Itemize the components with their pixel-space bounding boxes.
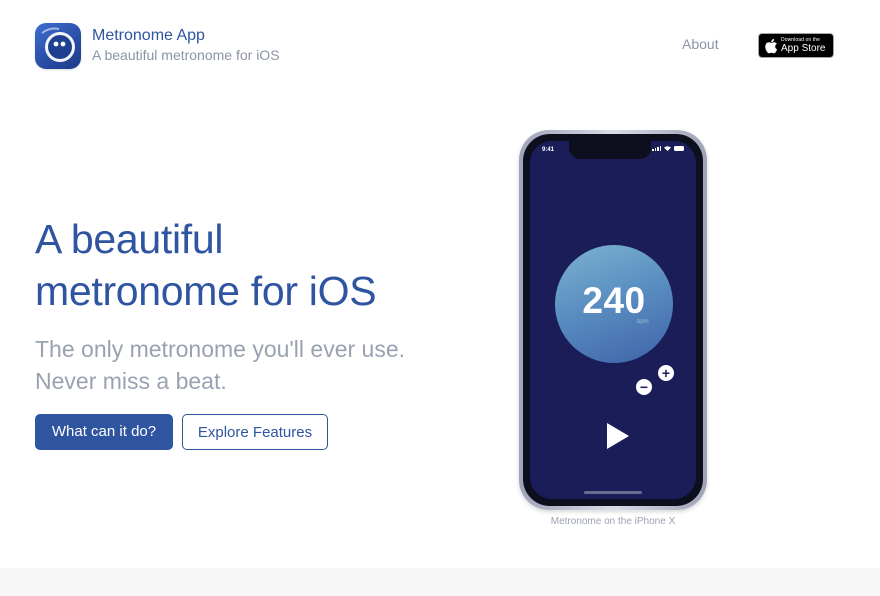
brand-text: Metronome App A beautiful metronome for …: [92, 26, 280, 64]
metronome-app-icon: [35, 23, 81, 69]
landing-page: Metronome App A beautiful metronome for …: [0, 0, 880, 596]
status-bar-time: 9:41: [542, 147, 555, 153]
iphone-mockup: 9:41 240 bpm − +: [519, 130, 707, 510]
phone-bezel: 9:41 240 bpm − +: [523, 134, 703, 506]
phone-screen: 9:41 240 bpm − +: [530, 141, 696, 499]
apple-logo-icon: [765, 38, 778, 53]
hero-title-line1: A beautiful: [35, 216, 224, 262]
hero-subtitle-line2: Never miss a beat.: [35, 368, 227, 394]
cellular-signal-icon: [652, 146, 661, 151]
phone-caption: Metronome on the iPhone X: [550, 516, 676, 527]
plus-icon[interactable]: +: [658, 365, 674, 381]
site-header: Metronome App A beautiful metronome for …: [0, 0, 880, 90]
hero-subtitle: The only metronome you'll ever use. Neve…: [35, 333, 475, 397]
play-icon[interactable]: [602, 421, 632, 451]
hero-title: A beautiful metronome for iOS: [35, 213, 475, 317]
hero-title-line2: metronome for iOS: [35, 268, 377, 314]
brand-subtitle: A beautiful metronome for iOS: [92, 46, 280, 63]
minus-icon[interactable]: −: [636, 379, 652, 395]
status-bar-icons: [652, 146, 684, 151]
home-indicator: [584, 491, 642, 494]
app-store-badge-line1: Download on the: [781, 36, 821, 43]
explore-features-button[interactable]: Explore Features: [182, 414, 328, 450]
nav-about-link[interactable]: About: [682, 36, 719, 52]
app-store-badge[interactable]: Download on the App Store: [758, 33, 834, 58]
brand[interactable]: Metronome App A beautiful metronome for …: [35, 23, 280, 69]
tempo-unit: bpm: [637, 319, 649, 325]
next-section-background: [0, 568, 880, 596]
wifi-icon: [664, 146, 671, 151]
hero-subtitle-line1: The only metronome you'll ever use.: [35, 336, 406, 362]
battery-icon: [674, 146, 684, 151]
app-store-badge-line2: App Store: [781, 42, 826, 54]
tempo-value: 240: [582, 280, 646, 321]
phone-notch: [569, 141, 651, 159]
tempo-dial[interactable]: 240 bpm: [555, 245, 673, 363]
brand-title: Metronome App: [92, 26, 205, 44]
app-store-badge-text: Download on the App Store: [781, 36, 826, 54]
what-can-it-do-button[interactable]: What can it do?: [35, 414, 173, 450]
